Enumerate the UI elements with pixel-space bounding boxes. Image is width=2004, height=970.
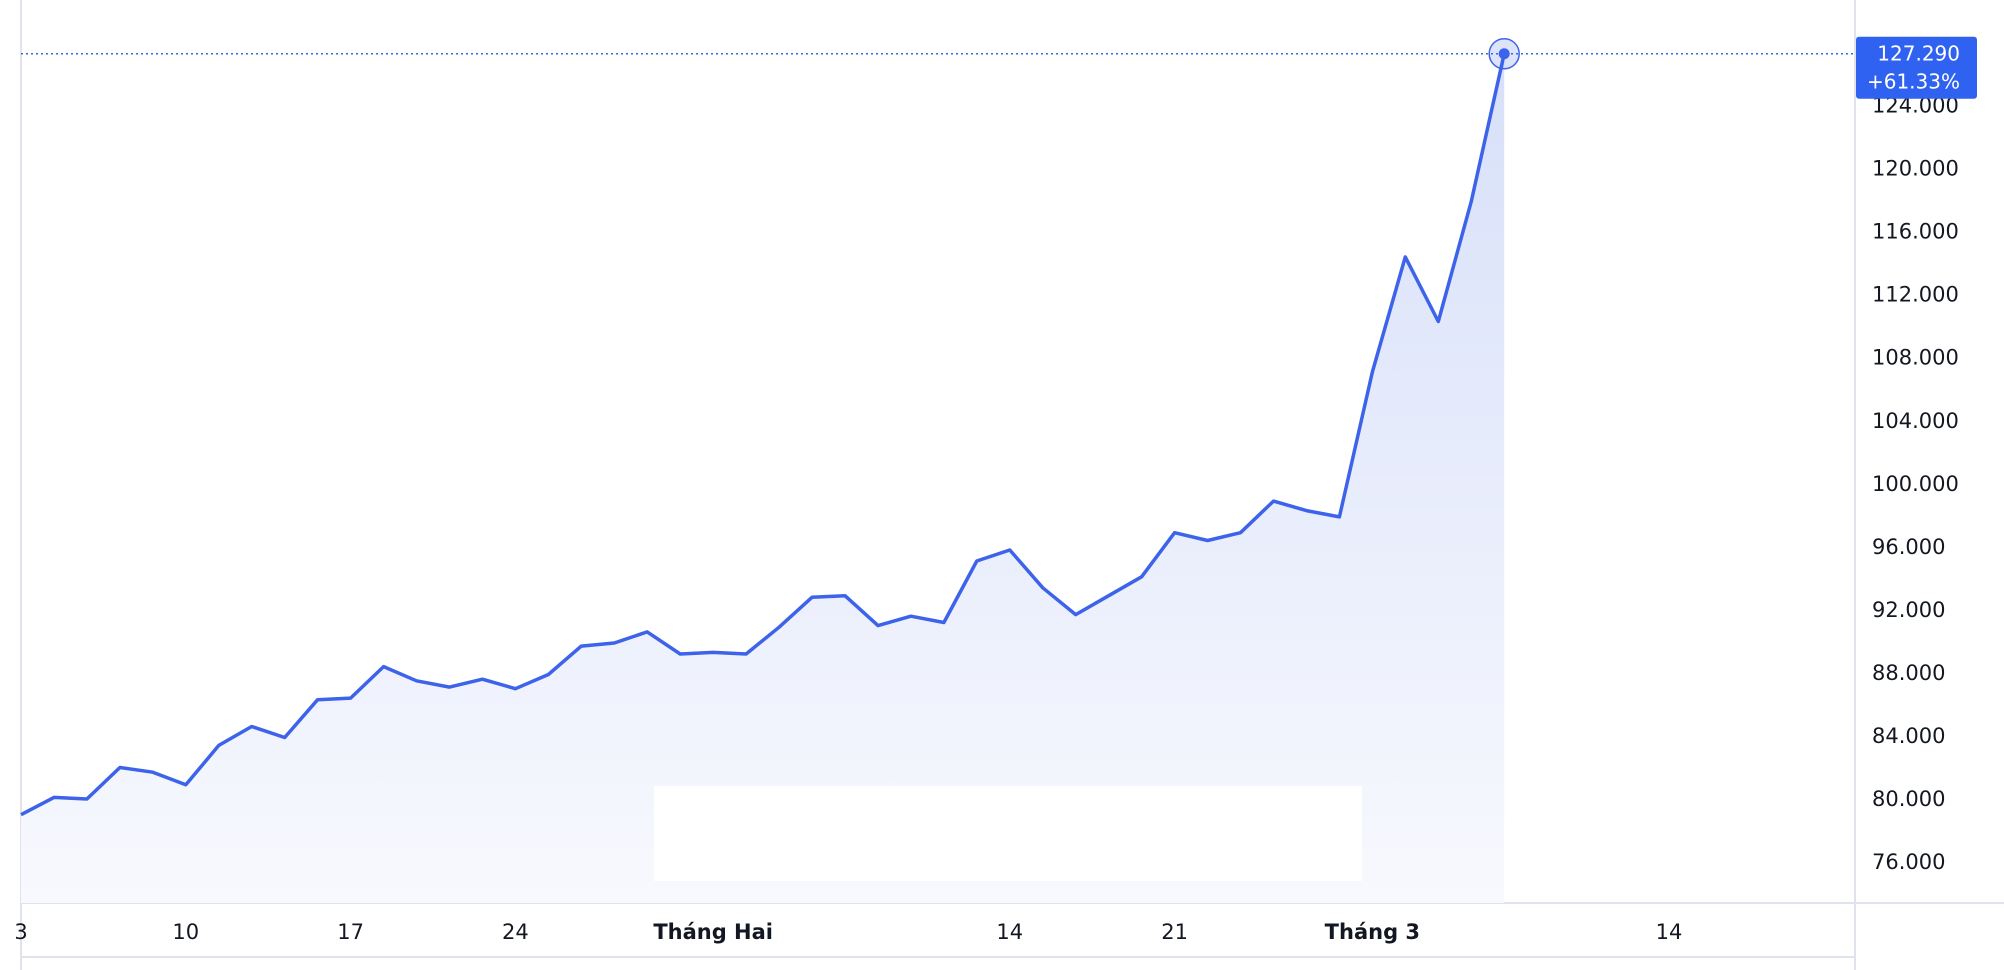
last-price-line-layer <box>21 37 1855 70</box>
x-tick-label: 24 <box>502 920 529 944</box>
y-tick-label: 80.000 <box>1872 787 1945 811</box>
series-area-fill <box>21 53 1505 903</box>
last-price-value: 127.290 <box>1877 42 1960 66</box>
last-point-marker[interactable] <box>1498 48 1510 60</box>
y-tick-label: 120.000 <box>1872 157 1959 181</box>
last-price-tag: 127.290 +61.33% <box>1856 36 1977 99</box>
x-tick-label: 14 <box>1656 920 1683 944</box>
x-tick-label: 17 <box>337 920 364 944</box>
y-tick-label: 76.000 <box>1872 850 1945 874</box>
plot-mask-block <box>654 786 1362 881</box>
y-tick-label: 104.000 <box>1872 409 1959 433</box>
y-tick-label: 108.000 <box>1872 346 1959 370</box>
x-tick-label: Tháng 3 <box>1325 920 1420 944</box>
price-scale[interactable]: 76.000 80.000 84.000 88.000 92.000 96.000 100.… <box>1872 94 1959 874</box>
x-tick-label: 10 <box>172 920 199 944</box>
y-tick-label: 92.000 <box>1872 598 1945 622</box>
x-tick-label: 21 <box>1161 920 1188 944</box>
x-tick-label: 14 <box>996 920 1023 944</box>
chart-canvas[interactable]: 76.000 80.000 84.000 88.000 92.000 96.000 100.… <box>0 0 2004 970</box>
time-scale[interactable]: 3 10 17 24 Tháng Hai 14 21 Tháng 3 14 <box>14 920 1682 944</box>
y-tick-label: 84.000 <box>1872 724 1945 748</box>
price-area-chart[interactable]: 76.000 80.000 84.000 88.000 92.000 96.000 100.… <box>0 0 2004 970</box>
y-tick-label: 116.000 <box>1872 220 1959 244</box>
y-tick-label: 96.000 <box>1872 535 1945 559</box>
area-layer <box>21 53 1505 903</box>
y-tick-label: 112.000 <box>1872 283 1959 307</box>
y-tick-label: 100.000 <box>1872 472 1959 496</box>
x-tick-label: 3 <box>14 920 27 944</box>
x-tick-label: Tháng Hai <box>653 920 773 944</box>
last-price-change: +61.33% <box>1867 70 1960 94</box>
y-tick-label: 88.000 <box>1872 661 1945 685</box>
